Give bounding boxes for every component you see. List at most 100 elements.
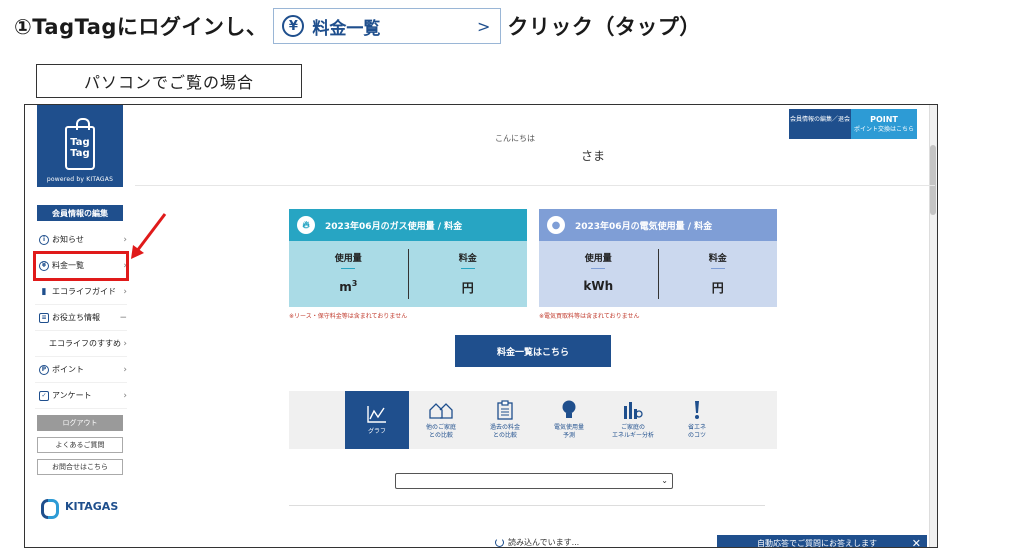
yen-icon: ¥ (39, 260, 49, 271)
info-icon: i (39, 234, 49, 245)
flame-icon: 🔥︎ (297, 216, 315, 234)
member-withdraw-button[interactable]: 会員情報の編集／退会 (789, 109, 851, 139)
ryokin-ichiran-button-sample[interactable]: ¥ 料金一覧 > (273, 8, 502, 44)
tag-icon: Tag Tag (65, 118, 95, 170)
tagtag-logo[interactable]: Tag Tag powered by KITAGAS (37, 105, 123, 187)
tab-energy-analysis[interactable]: ご家庭の エネルギー分析 (601, 391, 665, 449)
analysis-tabs: グラフ 他のご家庭 との比較 過去の料金 との比較 電気使用量 予測 ご家庭の … (289, 391, 777, 449)
sidebar-item-ryokin[interactable]: ¥ 料金一覧 › (33, 251, 129, 281)
chevron-right-icon: › (123, 234, 127, 245)
underline (710, 268, 725, 269)
powered-by: powered by KITAGAS (46, 176, 114, 183)
exclamation-icon (693, 400, 701, 420)
scrollbar[interactable] (929, 105, 937, 547)
gas-usage-sup: 3 (351, 279, 358, 288)
point-icon: P (39, 364, 49, 375)
gas-usage-unit: m (339, 280, 352, 294)
scrollbar-thumb[interactable] (930, 145, 936, 215)
sidebar-item-label: お知らせ (52, 235, 84, 244)
tab-past-fees[interactable]: 過去の料金 との比較 (473, 391, 537, 449)
elec-fee-col: 料金 円 (657, 249, 778, 299)
tab-label-2: との比較 (429, 432, 453, 439)
gas-usage-label: 使用量 (334, 254, 362, 264)
underline (591, 268, 606, 269)
chevron-down-icon: ⌄ (661, 476, 668, 485)
sidebar-item-news[interactable]: i お知らせ › (35, 227, 127, 253)
tab-energy-saving-tips[interactable]: 省エネ のコツ (665, 391, 729, 449)
tab-other-homes[interactable]: 他のご家庭 との比較 (409, 391, 473, 449)
sidebar-item-useful-info[interactable]: ≡ お役立ち情報 − (35, 305, 127, 331)
lightbulb-icon: ● (547, 216, 565, 234)
ryokin-button-label: 料金一覧 (312, 18, 381, 39)
chatbot-bar[interactable]: 自動応答でご質問にお答えします ✕ (717, 535, 927, 548)
point-sub: ポイント交換はこちら (853, 126, 914, 133)
tab-label-1: 省エネ (687, 424, 706, 431)
close-icon[interactable]: ✕ (912, 537, 921, 548)
pc-view-label: パソコンでご覧の場合 (36, 64, 302, 98)
gas-usage-card: 🔥︎ 2023年06月のガス使用量 / 料金 使用量 m3 料金 円 (289, 209, 527, 307)
underline (341, 268, 356, 269)
period-select[interactable]: ⌄ (395, 473, 673, 489)
tab-label-1: 電気使用量 (553, 424, 584, 431)
sidebar-item-point[interactable]: P ポイント › (35, 357, 127, 383)
line-graph-icon (367, 404, 387, 424)
red-arrow-icon (131, 213, 167, 259)
document-icon: ≡ (39, 312, 49, 323)
analysis-icon (623, 400, 643, 420)
sidebar-item-ecolife-guide[interactable]: ▮ エコライフガイド › (35, 279, 127, 305)
gas-card-header: 🔥︎ 2023年06月のガス使用量 / 料金 (289, 209, 527, 241)
site-screenshot: Tag Tag powered by KITAGAS 会員情報の編集 i お知ら… (24, 104, 938, 548)
tab-label-1: 他のご家庭 (425, 424, 456, 431)
logo-text-1: Tag (70, 137, 90, 148)
gas-fee-label: 料金 (458, 254, 477, 264)
sidebar-item-label: アンケート (52, 391, 92, 400)
kitagas-mark-icon (41, 499, 61, 519)
elec-fee-value: 円 (711, 281, 724, 295)
sidebar-item-label: ポイント (52, 365, 84, 374)
underline (460, 268, 475, 269)
sidebar-item-label: 料金一覧 (52, 261, 84, 270)
chevron-right-icon: › (123, 338, 127, 349)
logout-button[interactable]: ログアウト (37, 415, 123, 431)
elec-usage-col: 使用量 kWh (539, 241, 658, 307)
header-divider (135, 185, 935, 186)
faq-button[interactable]: よくあるご質問 (37, 437, 123, 453)
contact-button[interactable]: お問合せはこちら (37, 459, 123, 475)
gas-card-body: 使用量 m3 料金 円 (289, 241, 527, 307)
gas-fee-col: 料金 円 (407, 249, 528, 299)
sidebar-item-survey[interactable]: ✓ アンケート › (35, 383, 127, 409)
sidebar-item-label: お役立ち情報 (52, 313, 100, 322)
elec-card-body: 使用量 kWh 料金 円 (539, 241, 777, 307)
chevron-right-icon: > (477, 16, 491, 36)
clipboard-icon (497, 400, 513, 420)
instruction-line: ①TagTagにログインし、 ¥ 料金一覧 > クリック（タップ） (14, 8, 701, 44)
ryokin-ichiran-link-button[interactable]: 料金一覧はこちら (455, 335, 611, 367)
sidebar: Tag Tag powered by KITAGAS 会員情報の編集 i お知ら… (33, 105, 139, 547)
chevron-right-icon: › (123, 286, 127, 297)
elec-card-title: 2023年06月の電気使用量 / 料金 (575, 221, 713, 232)
tab-label-2: との比較 (493, 432, 517, 439)
sidebar-item-label: エコライフのすすめ (49, 339, 121, 348)
survey-icon: ✓ (39, 390, 49, 401)
point-exchange-button[interactable]: POINT ポイント交換はこちら (851, 109, 917, 139)
yen-icon: ¥ (282, 15, 305, 37)
tab-electricity-forecast[interactable]: 電気使用量 予測 (537, 391, 601, 449)
tab-label-2: エネルギー分析 (611, 432, 654, 439)
bar-chart-icon: ▮ (41, 286, 47, 297)
gas-usage-col: 使用量 m3 (289, 241, 408, 307)
houses-icon (429, 400, 453, 420)
member-edit-button[interactable]: 会員情報の編集 (37, 205, 123, 221)
tab-label-2: のコツ (687, 432, 706, 439)
tab-graph[interactable]: グラフ (345, 391, 409, 449)
collapse-icon: − (119, 312, 127, 323)
logo-text-2: Tag (70, 148, 90, 159)
tab-label: グラフ (367, 428, 386, 435)
kitagas-logo[interactable]: KITAGAS (41, 499, 139, 519)
elec-usage-value: kWh (583, 279, 614, 293)
chevron-right-icon: › (123, 260, 127, 271)
elec-fee-label: 料金 (708, 254, 727, 264)
elec-note: ※電気買取料等は含まれておりません (539, 313, 640, 320)
sidebar-item-ecolife-susume[interactable]: エコライフのすすめ › (35, 331, 127, 357)
loading-text: 読み込んでいます... (508, 538, 580, 547)
tab-label-1: ご家庭の (620, 424, 645, 431)
